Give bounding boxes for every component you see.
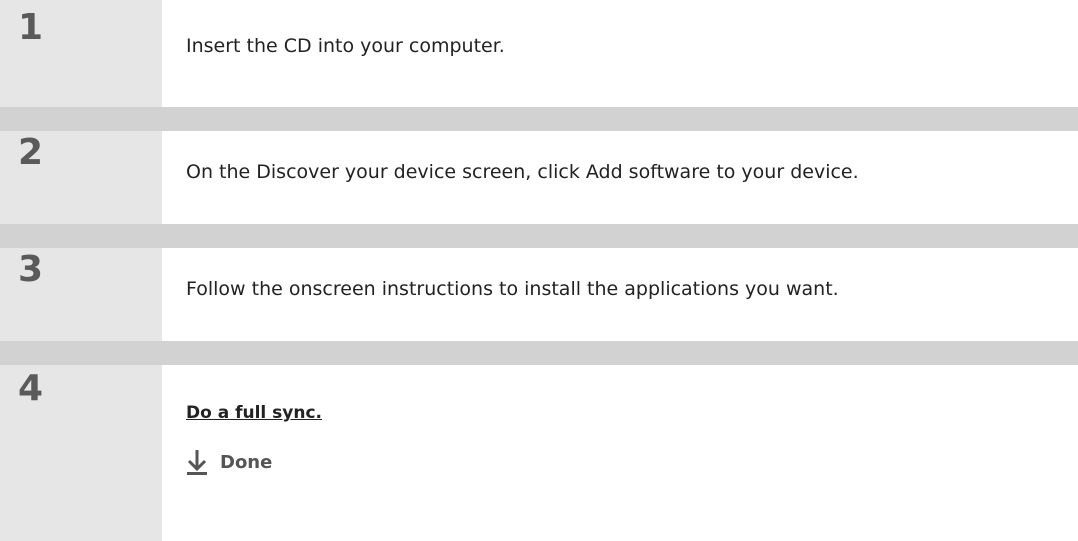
step-instruction: Insert the CD into your computer. xyxy=(186,35,505,57)
arrow-down-icon xyxy=(186,449,208,475)
step-separator xyxy=(0,341,1078,365)
step-instruction: Follow the onscreen instructions to inst… xyxy=(186,278,839,300)
done-label: Done xyxy=(220,451,273,473)
step-separator xyxy=(0,224,1078,248)
step-number: 3 xyxy=(0,248,162,341)
step-2: 2 On the Discover your device screen, cl… xyxy=(0,131,1078,224)
step-number: 4 xyxy=(0,365,162,541)
step-1: 1 Insert the CD into your computer. xyxy=(0,0,1078,107)
step-instruction: On the Discover your device screen, clic… xyxy=(186,161,859,183)
done-indicator: Done xyxy=(186,449,1078,475)
step-number: 2 xyxy=(0,131,162,224)
step-content: Do a full sync. Done xyxy=(162,365,1078,541)
step-separator xyxy=(0,107,1078,131)
step-3: 3 Follow the onscreen instructions to in… xyxy=(0,248,1078,341)
full-sync-link[interactable]: Do a full sync. xyxy=(186,403,322,423)
steps-list: 1 Insert the CD into your computer. 2 On… xyxy=(0,0,1078,541)
step-4: 4 Do a full sync. Done xyxy=(0,365,1078,541)
step-number: 1 xyxy=(0,0,162,107)
